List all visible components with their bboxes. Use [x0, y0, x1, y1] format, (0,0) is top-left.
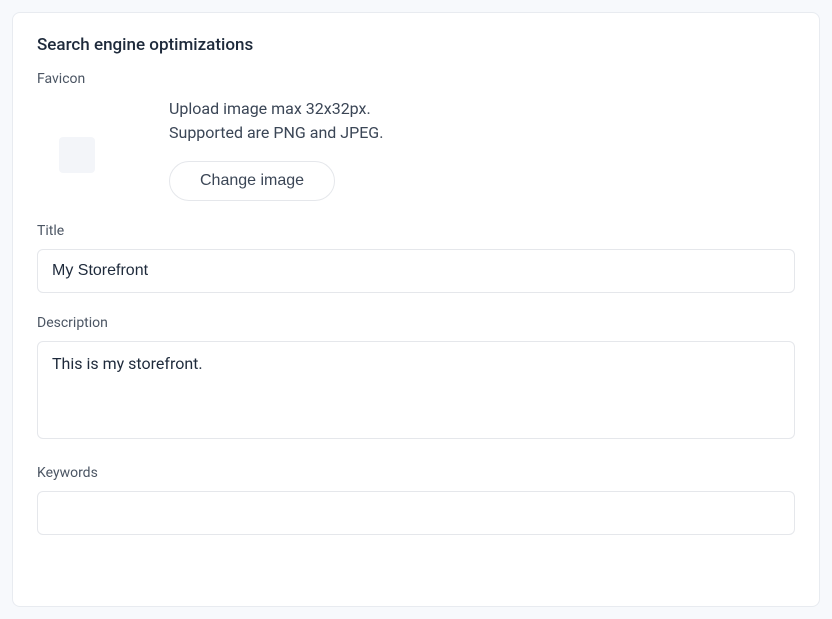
favicon-row: Upload image max 32x32px. Supported are …: [37, 97, 795, 201]
favicon-info-col: Upload image max 32x32px. Supported are …: [169, 97, 383, 201]
title-field-group: Title: [37, 223, 795, 293]
favicon-preview-placeholder: [59, 137, 95, 173]
description-label: Description: [37, 315, 795, 331]
description-textarea[interactable]: [37, 341, 795, 439]
favicon-label: Favicon: [37, 71, 795, 87]
keywords-label: Keywords: [37, 465, 795, 481]
favicon-hint: Upload image max 32x32px. Supported are …: [169, 97, 383, 145]
favicon-hint-line2: Supported are PNG and JPEG.: [169, 123, 383, 142]
seo-settings-card: Search engine optimizations Favicon Uplo…: [12, 12, 820, 607]
keywords-field-group: Keywords: [37, 465, 795, 535]
keywords-input[interactable]: [37, 491, 795, 535]
favicon-field-group: Favicon Upload image max 32x32px. Suppor…: [37, 71, 795, 201]
title-input[interactable]: [37, 249, 795, 293]
description-field-group: Description: [37, 315, 795, 443]
card-title: Search engine optimizations: [37, 35, 795, 55]
favicon-hint-line1: Upload image max 32x32px.: [169, 99, 371, 118]
favicon-preview-col: [37, 97, 117, 173]
change-image-button[interactable]: Change image: [169, 161, 335, 201]
title-label: Title: [37, 223, 795, 239]
